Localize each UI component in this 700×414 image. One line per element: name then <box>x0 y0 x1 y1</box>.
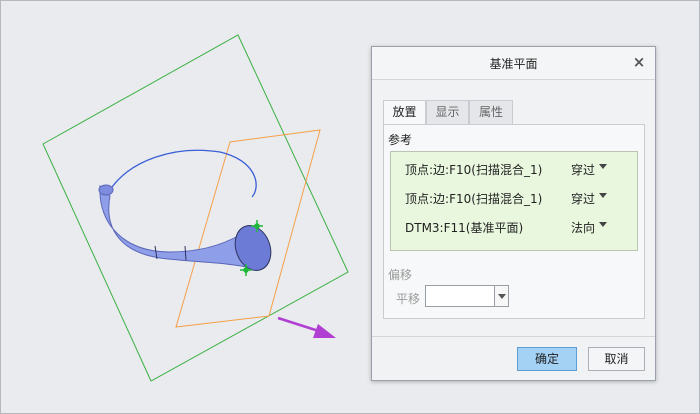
dialog-footer: 确定 取消 <box>372 336 655 381</box>
reference-row[interactable]: 顶点:边:F10(扫描混合_1) 穿过 <box>391 185 637 211</box>
cancel-button[interactable]: 取消 <box>588 347 645 371</box>
sweep-blend-solid <box>98 184 272 271</box>
tab-display[interactable]: 显示 <box>426 100 469 124</box>
chevron-down-icon[interactable] <box>599 193 607 198</box>
chevron-down-icon[interactable] <box>599 164 607 169</box>
close-icon[interactable]: × <box>631 53 647 71</box>
chevron-down-icon[interactable] <box>599 222 607 227</box>
translate-label: 平移 <box>396 292 421 306</box>
tab-properties[interactable]: 属性 <box>469 100 513 124</box>
datum-plane-dialog: 基准平面 × 放置 显示 属性 参考 顶点:边:F10(扫描混合_1) 穿过 顶… <box>371 46 656 381</box>
reference-row[interactable]: 顶点:边:F10(扫描混合_1) 穿过 <box>391 156 637 182</box>
constraint-type-dropdown[interactable]: 穿过 <box>571 161 595 178</box>
offset-value-input[interactable] <box>425 285 495 307</box>
reference-name: 顶点:边:F10(扫描混合_1) <box>405 192 543 206</box>
sweep-trajectory-curve <box>109 149 257 198</box>
tab-placement[interactable]: 放置 <box>383 100 426 125</box>
reference-row[interactable]: DTM3:F11(基准平面) 法向 <box>391 214 637 240</box>
constraint-type-dropdown[interactable]: 法向 <box>571 219 595 236</box>
normal-direction-arrow[interactable] <box>277 316 336 338</box>
chevron-down-icon <box>498 294 506 299</box>
references-list[interactable]: 顶点:边:F10(扫描混合_1) 穿过 顶点:边:F10(扫描混合_1) 穿过 … <box>390 151 638 251</box>
offset-label: 偏移 <box>388 268 413 282</box>
dialog-title: 基准平面 <box>489 57 538 71</box>
green-datum-plane <box>42 34 349 382</box>
ok-button[interactable]: 确定 <box>517 347 577 371</box>
constraint-type-dropdown[interactable]: 穿过 <box>571 190 595 207</box>
reference-name: 顶点:边:F10(扫描混合_1) <box>405 163 543 177</box>
offset-dropdown-button[interactable] <box>494 285 509 307</box>
references-label: 参考 <box>388 133 413 147</box>
dialog-title-bar[interactable]: 基准平面 × <box>372 47 655 80</box>
placement-panel: 参考 顶点:边:F10(扫描混合_1) 穿过 顶点:边:F10(扫描混合_1) … <box>383 124 645 319</box>
reference-name: DTM3:F11(基准平面) <box>405 221 524 235</box>
